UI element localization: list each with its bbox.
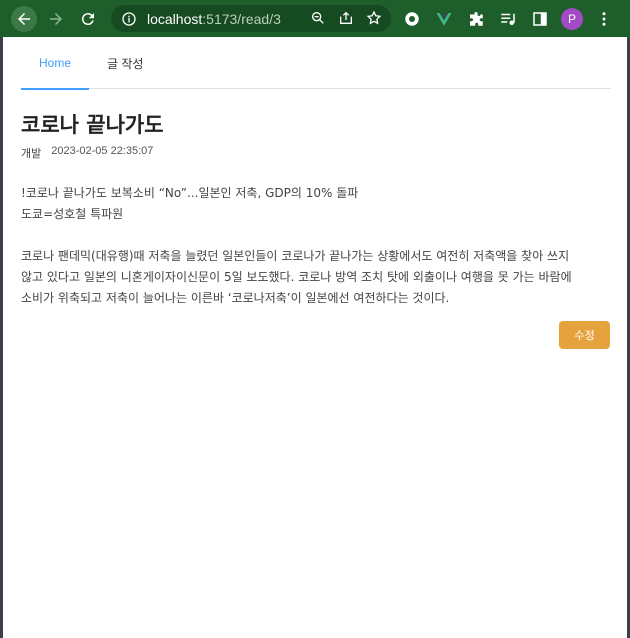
vue-devtools-icon[interactable] <box>432 7 456 31</box>
profile-avatar[interactable]: P <box>560 7 584 31</box>
profile-initial: P <box>561 8 583 30</box>
bookmark-star-icon[interactable] <box>365 9 383 27</box>
nav-menu: Home 글 작성 <box>21 37 611 90</box>
menu-kebab-icon[interactable] <box>592 7 616 31</box>
address-bar[interactable]: localhost:5173/read/3 <box>111 5 391 32</box>
tab-write-post[interactable]: 글 작성 <box>89 37 161 89</box>
arrow-left-icon <box>18 12 30 25</box>
zoom-icon[interactable] <box>309 9 327 27</box>
post-meta: 개발 2023-02-05 22:35:07 <box>21 145 153 161</box>
post-content: !코로나 끝나가도 보복소비 “No”...일본인 저축, GDP의 10% 돌… <box>21 183 611 309</box>
tab-home[interactable]: Home <box>21 37 90 90</box>
browser-toolbar: localhost:5173/read/3 P <box>0 0 630 37</box>
content-line: 않고 있다고 일본의 니혼게이자이신문이 5일 보도했다. 코로나 방역 조치 … <box>21 270 572 284</box>
url-path: :5173/read/3 <box>202 10 281 27</box>
post-title: 코로나 끝나가도 <box>21 113 164 137</box>
back-button[interactable] <box>11 5 37 32</box>
reload-icon <box>81 12 94 25</box>
extensions-puzzle-icon[interactable] <box>464 7 488 31</box>
edit-button[interactable]: 수정 <box>559 321 610 349</box>
reload-button[interactable] <box>75 6 101 32</box>
forward-button[interactable] <box>43 6 69 32</box>
site-info-icon[interactable] <box>121 11 137 27</box>
content-line: 도쿄=성호철 특파원 <box>21 207 124 221</box>
media-playlist-icon[interactable] <box>496 7 520 31</box>
url-host: localhost <box>147 10 203 27</box>
arrow-right-icon <box>50 12 62 25</box>
post-category: 개발 <box>21 147 42 160</box>
url-text: localhost:5173/read/3 <box>147 11 281 27</box>
side-panel-icon[interactable] <box>528 7 552 31</box>
content-line: !코로나 끝나가도 보복소비 “No”...일본인 저축, GDP의 10% 돌… <box>21 186 359 200</box>
content-line: 코로나 팬데믹(대유행)때 저축을 늘렸던 일본인들이 코로나가 끝나가는 상황… <box>21 249 570 263</box>
share-icon[interactable] <box>337 9 355 27</box>
page-viewport: Home 글 작성 코로나 끝나가도 개발 2023-02-05 22:35:0… <box>3 37 627 638</box>
content-line: 소비가 위축되고 저축이 늘어나는 이른바 ‘코로나저축’이 일본에선 여전하다… <box>21 291 450 305</box>
content-gap <box>21 225 611 246</box>
extension-icon[interactable] <box>400 7 424 31</box>
post-date: 2023-02-05 22:35:07 <box>51 145 154 157</box>
